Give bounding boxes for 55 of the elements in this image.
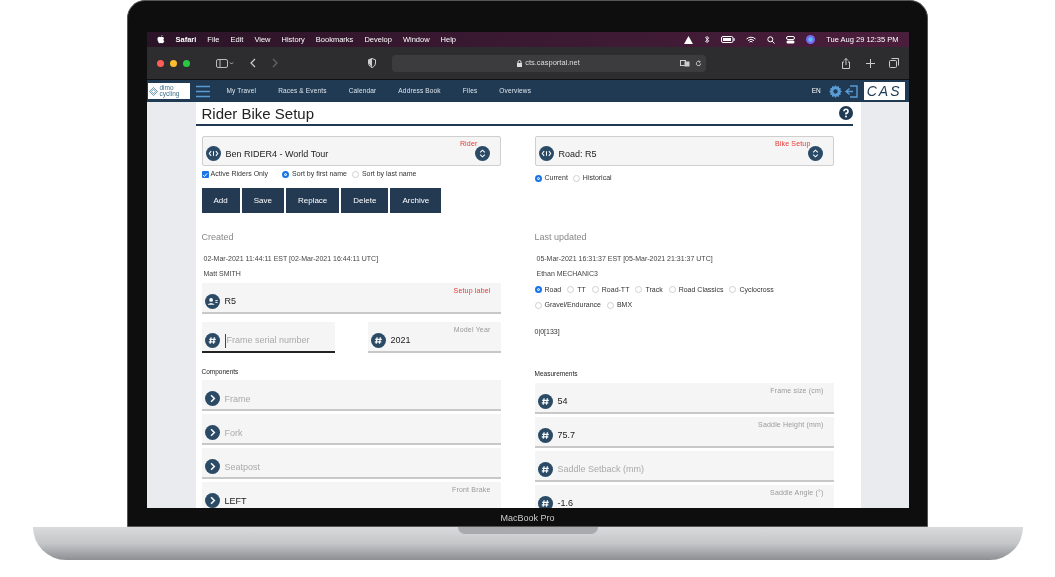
lock-icon [517,59,523,67]
tabs-icon[interactable] [888,58,899,68]
forward-icon[interactable] [271,58,278,68]
action-button[interactable]: Delete [341,188,389,213]
shield-icon[interactable] [367,58,376,68]
action-button[interactable]: Replace [285,188,340,213]
chevron-right-icon [204,459,220,475]
action-button[interactable]: Save [241,188,284,213]
battery-icon[interactable] [721,36,736,43]
laptop-label: MacBook Pro [500,512,555,525]
bluetooth-icon[interactable] [704,35,711,44]
control-center-icon[interactable] [786,35,796,44]
select-icon [538,146,554,161]
checkbox[interactable] [201,171,209,178]
number-icon [537,427,553,443]
number-icon [537,495,553,508]
up-down-icon[interactable] [807,146,823,161]
section-label: Last updated [534,231,588,244]
select-icon [205,146,221,161]
radio-button[interactable] [534,175,542,182]
number-icon [537,393,553,409]
wifi-icon[interactable] [746,35,757,44]
help-icon[interactable] [838,106,853,120]
brand-logo[interactable]: CAS [863,82,905,100]
radio-button[interactable] [282,171,290,178]
close-button[interactable] [156,59,164,67]
logout-icon[interactable] [844,84,858,98]
up-down-icon[interactable] [474,146,490,161]
logo-icon [148,86,158,96]
share-icon[interactable] [841,57,850,69]
number-icon [537,461,553,477]
translate-icon[interactable] [679,59,690,67]
zoom-button[interactable] [182,59,190,67]
section-label: Created [201,231,235,244]
minimize-button[interactable] [169,59,177,67]
siri-icon[interactable] [806,35,816,44]
sidebar-icon[interactable] [215,58,234,68]
chevron-right-icon [204,425,220,441]
plus-icon[interactable] [865,58,875,68]
radio-button[interactable] [534,286,542,294]
apple-icon[interactable] [156,35,165,44]
triangle-icon[interactable] [684,35,694,44]
action-button[interactable]: Archive [390,188,442,213]
page-title: Rider Bike Setup [201,105,315,123]
chevron-right-icon [204,493,220,508]
reload-icon[interactable] [694,59,702,67]
search-icon[interactable] [767,35,776,44]
action-button[interactable]: Add [201,188,240,213]
menu-icon[interactable] [195,84,210,98]
back-icon[interactable] [249,58,256,68]
number-icon [204,332,220,348]
chevron-right-icon [204,391,220,407]
settings-icon[interactable] [828,84,842,98]
number-icon [370,332,386,348]
person-icon [204,293,220,309]
